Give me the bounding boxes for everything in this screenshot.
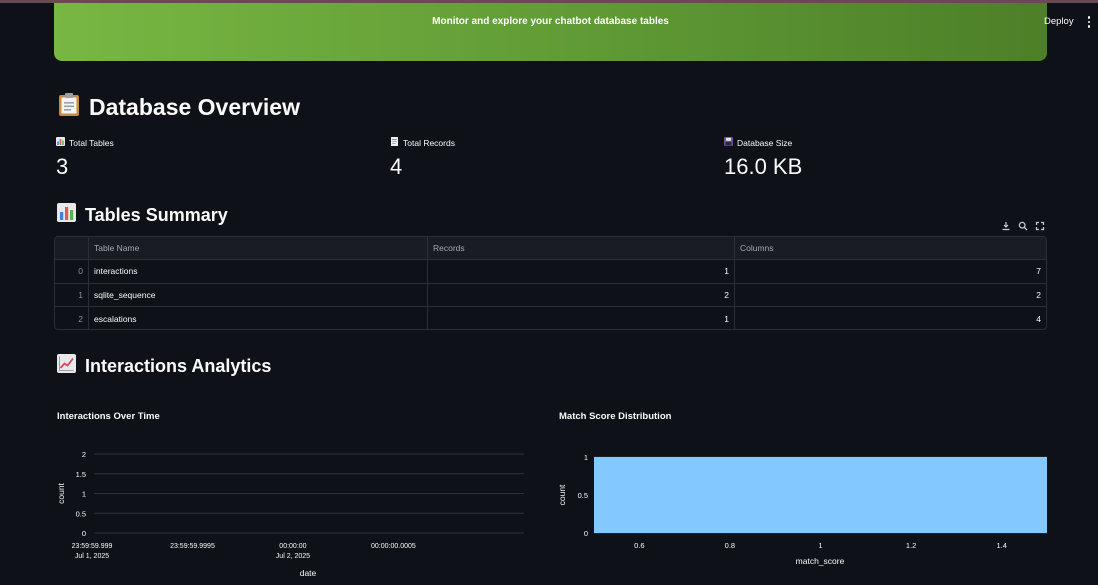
metric-database-size: Database Size 16.0 KB (724, 137, 802, 180)
x-tick-label: 00:00:00.0005 (371, 543, 416, 550)
metric-value: 4 (390, 154, 403, 179)
table-row[interactable]: 2 escalations 1 4 (55, 306, 1046, 329)
y-tick-label: 0.5 (76, 509, 86, 518)
metric-label: Total Records (403, 137, 455, 148)
x-tick-label: 0.8 (725, 541, 735, 550)
column-header[interactable]: Records (428, 237, 735, 260)
table-row[interactable]: 0 interactions 1 7 (55, 260, 1046, 284)
x-tick-label: 1.4 (996, 541, 1006, 550)
table-cell[interactable]: 1 (428, 306, 735, 329)
match-score-distribution-chart[interactable]: 0 0.5 1 0.6 0.8 1 1.2 1.4 match_score count (555, 440, 1055, 582)
chart-increasing-icon (57, 354, 76, 378)
table-toolbar (1001, 218, 1045, 231)
table-cell[interactable]: 1 (428, 260, 735, 283)
x-tick-sublabel: Jul 1, 2025 (75, 553, 109, 560)
table-cell[interactable]: 2 (735, 284, 1046, 306)
x-axis-label: match_score (796, 556, 845, 566)
summary-title-text: Tables Summary (85, 204, 228, 225)
overview-title: Database Overview (58, 92, 300, 122)
y-tick-label: 1.5 (76, 470, 86, 479)
index-header (55, 237, 89, 260)
y-tick-label: 0 (584, 529, 588, 538)
histogram-bar (594, 457, 1047, 533)
row-index: 0 (55, 260, 89, 283)
fullscreen-icon[interactable] (1035, 218, 1045, 231)
y-axis-label: count (557, 484, 567, 505)
x-tick-label: 23:59:59.9995 (170, 543, 215, 550)
more-vertical-icon[interactable] (1083, 14, 1095, 30)
metric-total-tables: Total Tables 3 (56, 137, 114, 180)
y-tick-label: 0.5 (578, 491, 588, 500)
tables-summary-table[interactable]: Table Name Records Columns 0 interaction… (54, 236, 1047, 330)
row-index: 2 (55, 306, 89, 329)
x-tick-label: 0.6 (634, 541, 644, 550)
x-axis-label: date (300, 568, 317, 578)
y-axis-label: count (56, 482, 66, 503)
table-cell[interactable]: 4 (735, 307, 1046, 329)
table-cell[interactable]: 2 (428, 283, 735, 306)
metric-label: Total Tables (69, 137, 114, 148)
table-header-row: Table Name Records Columns (55, 237, 1046, 261)
y-tick-label: 1 (82, 490, 86, 499)
metric-total-records: Total Records 4 (390, 137, 455, 180)
y-tick-label: 1 (584, 453, 588, 462)
row-index: 1 (55, 283, 89, 306)
table-row[interactable]: 1 sqlite_sequence 2 2 (55, 283, 1046, 307)
x-tick-sublabel: Jul 2, 2025 (276, 553, 310, 560)
bar-chart-icon (56, 137, 65, 148)
table-cell[interactable]: interactions (89, 260, 428, 283)
page-icon (390, 137, 399, 148)
analytics-title: Interactions Analytics (57, 354, 271, 378)
table-cell[interactable]: sqlite_sequence (89, 283, 428, 306)
bar-chart-icon (57, 203, 76, 227)
metric-label: Database Size (737, 137, 793, 148)
metric-value: 16.0 KB (724, 154, 803, 179)
x-tick-label: 1.2 (906, 541, 916, 550)
column-header[interactable]: Columns (735, 237, 1046, 259)
chart-title: Match Score Distribution (559, 411, 672, 422)
deploy-button[interactable]: Deploy (1044, 16, 1074, 27)
download-icon[interactable] (1001, 218, 1011, 231)
y-tick-label: 0 (82, 529, 86, 538)
column-header[interactable]: Table Name (89, 237, 428, 260)
table-cell[interactable]: escalations (89, 306, 428, 329)
x-tick-label: 23:59:59.999 (72, 543, 113, 550)
table-cell[interactable]: 7 (735, 260, 1046, 282)
overview-title-text: Database Overview (89, 93, 300, 120)
metric-value: 3 (56, 154, 69, 179)
summary-title: Tables Summary (57, 203, 228, 227)
x-tick-label: 1 (818, 541, 822, 550)
header-banner: Monitor and explore your chatbot databas… (54, 3, 1047, 61)
floppy-disk-icon (724, 137, 733, 148)
header-subtitle: Monitor and explore your chatbot databas… (432, 15, 669, 27)
search-icon[interactable] (1018, 218, 1028, 231)
analytics-title-text: Interactions Analytics (85, 355, 272, 376)
clipboard-icon (58, 92, 80, 122)
chart-title: Interactions Over Time (57, 411, 160, 422)
x-tick-label: 00:00:00 (279, 543, 306, 550)
y-tick-label: 2 (82, 450, 86, 459)
interactions-over-time-chart[interactable]: 0 0.5 1 1.5 2 23:59:59.999 Jul 1, 2025 23:59:59… (54, 440, 534, 582)
